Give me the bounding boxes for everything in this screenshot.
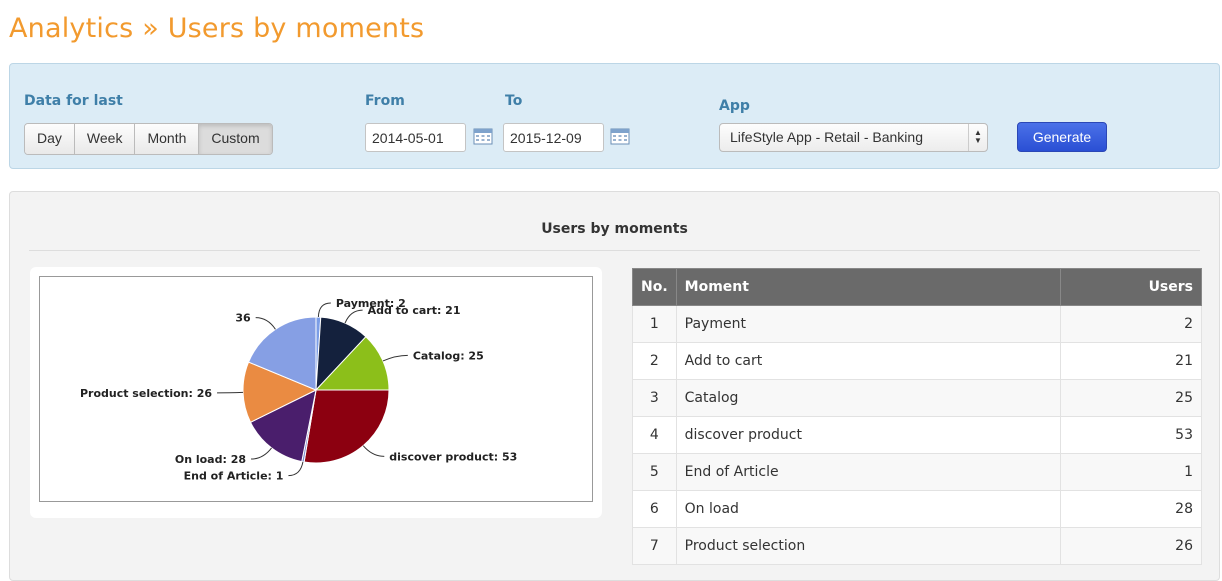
table-header-row: No. Moment Users <box>633 269 1202 306</box>
row-number: 3 <box>633 380 677 417</box>
pie-leader-line <box>318 303 330 317</box>
from-date-input[interactable] <box>365 123 466 152</box>
row-users: 2 <box>1061 306 1202 343</box>
table-row: 6 On load 28 <box>633 491 1202 528</box>
pie-data-label: discover product: 53 <box>389 450 517 463</box>
row-users: 26 <box>1061 528 1202 565</box>
from-label: From <box>365 93 405 109</box>
column-header-users[interactable]: Users <box>1061 269 1202 306</box>
report-panel: Users by moments Payment: 2Add to cart: … <box>9 191 1220 581</box>
table-row: 7 Product selection 26 <box>633 528 1202 565</box>
period-day-button[interactable]: Day <box>25 124 75 154</box>
pie-data-label: Add to cart: 21 <box>368 304 461 317</box>
panel-title: Users by moments <box>10 221 1219 237</box>
from-calendar-icon[interactable] <box>473 127 493 145</box>
row-number: 1 <box>633 306 677 343</box>
pie-chart: Payment: 2Add to cart: 21Catalog: 25disc… <box>39 276 593 502</box>
pie-leader-line <box>251 448 272 459</box>
row-number: 7 <box>633 528 677 565</box>
row-moment: Payment <box>676 306 1060 343</box>
generate-button[interactable]: Generate <box>1017 122 1107 152</box>
row-number: 2 <box>633 343 677 380</box>
row-users: 28 <box>1061 491 1202 528</box>
row-moment: End of Article <box>676 454 1060 491</box>
period-button-group: Day Week Month Custom <box>24 123 273 155</box>
table-row: 1 Payment 2 <box>633 306 1202 343</box>
to-label: To <box>505 93 522 109</box>
filter-bar: Data for last Day Week Month Custom From… <box>9 63 1220 169</box>
pie-leader-line <box>363 446 384 457</box>
pie-leader-line <box>383 355 408 361</box>
row-users: 21 <box>1061 343 1202 380</box>
row-users: 1 <box>1061 454 1202 491</box>
table-row: 3 Catalog 25 <box>633 380 1202 417</box>
app-select-value: LifeStyle App - Retail - Banking <box>730 129 923 145</box>
row-users: 25 <box>1061 380 1202 417</box>
to-date-input[interactable] <box>503 123 604 152</box>
row-moment: Product selection <box>676 528 1060 565</box>
to-calendar-icon[interactable] <box>610 127 630 145</box>
column-header-moment[interactable]: Moment <box>676 269 1060 306</box>
row-moment: Add to cart <box>676 343 1060 380</box>
row-moment: Catalog <box>676 380 1060 417</box>
period-month-button[interactable]: Month <box>135 124 199 154</box>
row-number: 5 <box>633 454 677 491</box>
period-week-button[interactable]: Week <box>75 124 136 154</box>
panel-divider <box>29 250 1200 251</box>
row-number: 4 <box>633 417 677 454</box>
page-title: Analytics » Users by moments <box>9 13 424 44</box>
app-label: App <box>719 98 750 114</box>
row-number: 6 <box>633 491 677 528</box>
chart-card: Payment: 2Add to cart: 21Catalog: 25disc… <box>30 267 602 518</box>
moments-table: No. Moment Users 1 Payment 2 2 Add to ca… <box>632 268 1202 565</box>
row-moment: On load <box>676 491 1060 528</box>
table-row: 2 Add to cart 21 <box>633 343 1202 380</box>
pie-data-label: End of Article: 1 <box>184 470 284 483</box>
row-users: 53 <box>1061 417 1202 454</box>
app-select[interactable]: LifeStyle App - Retail - Banking ▲▼ <box>719 123 988 152</box>
select-arrows-icon: ▲▼ <box>968 124 987 151</box>
column-header-no[interactable]: No. <box>633 269 677 306</box>
pie-data-label: Catalog: 25 <box>413 349 484 362</box>
pie-leader-line <box>345 310 363 323</box>
table-row: 5 End of Article 1 <box>633 454 1202 491</box>
table-row: 4 discover product 53 <box>633 417 1202 454</box>
pie-slice[interactable] <box>304 390 389 463</box>
row-moment: discover product <box>676 417 1060 454</box>
pie-leader-line <box>288 462 303 476</box>
pie-leader-line <box>256 318 276 330</box>
pie-data-label: On load: 28 <box>175 453 246 466</box>
period-custom-button[interactable]: Custom <box>199 124 271 154</box>
pie-data-label: 36 <box>235 312 251 325</box>
pie-data-label: Product selection: 26 <box>80 387 212 400</box>
data-for-last-label: Data for last <box>24 93 123 109</box>
pie-chart-svg: Payment: 2Add to cart: 21Catalog: 25disc… <box>40 277 592 501</box>
